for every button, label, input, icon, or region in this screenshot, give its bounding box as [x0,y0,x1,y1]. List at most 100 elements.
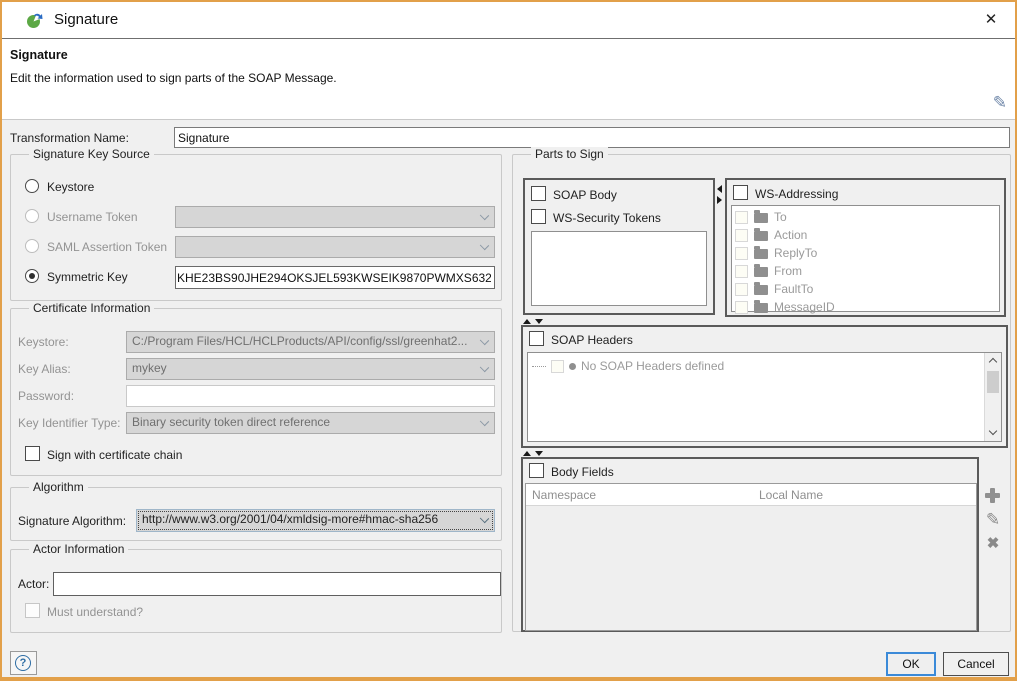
signature-algorithm-value: http://www.w3.org/2001/04/xmldsig-more#h… [142,512,438,526]
splitter-collapse-right-icon[interactable] [717,196,722,204]
folder-icon [754,249,768,259]
chevron-down-icon [480,363,489,372]
key-alias-combo: mykey [126,358,495,380]
ws-addressing-item[interactable]: To [732,208,999,226]
soap-headers-scrollbar[interactable] [984,353,1001,441]
close-icon[interactable]: ✕ [977,7,1005,33]
symmetric-key-radio-label: Symmetric Key [47,270,128,284]
symmetric-key-radio[interactable] [25,269,39,283]
soap-body-checkbox[interactable] [531,186,546,201]
signature-dialog: Signature ✕ Signature Edit the informati… [0,0,1017,681]
soap-headers-label: SOAP Headers [551,333,633,347]
splitter-collapse-left-icon[interactable] [717,185,722,193]
ws-addressing-item[interactable]: MessageID [732,298,999,316]
title-bar[interactable]: Signature ✕ [2,2,1015,38]
soap-headers-panel: SOAP Headers No SOAP Headers defined [521,325,1008,448]
ws-security-tokens-checkbox[interactable] [531,209,546,224]
ws-security-tokens-label: WS-Security Tokens [553,211,661,225]
item-label: To [774,210,787,224]
bullet-icon [569,363,576,370]
column-header-namespace[interactable]: Namespace [532,488,596,502]
keystore-value: C:/Program Files/HCL/HCLProducts/API/con… [132,334,467,348]
signature-key-source-title: Signature Key Source [29,147,154,161]
tree-guide [532,366,546,367]
item-checkbox [735,229,748,242]
edit-signature-icon: ✎ [993,93,1007,113]
ws-addressing-checkbox[interactable] [733,185,748,200]
item-checkbox [735,265,748,278]
password-label: Password: [18,389,74,403]
password-input [126,385,495,407]
column-header-local-name[interactable]: Local Name [759,488,823,502]
actor-information-group: Actor Information Actor: Must understand… [10,549,502,633]
cancel-button[interactable]: Cancel [943,652,1009,676]
soap-headers-tree: No SOAP Headers defined [527,352,1002,442]
body-fields-table-header: Namespace Local Name [526,484,976,506]
actor-input[interactable] [53,572,501,596]
certificate-information-title: Certificate Information [29,301,154,315]
ws-addressing-item[interactable]: Action [732,226,999,244]
ws-addressing-item[interactable]: From [732,262,999,280]
scroll-down-icon[interactable] [985,425,1001,441]
saml-assertion-token-radio-label: SAML Assertion Token [47,240,167,254]
folder-icon [754,267,768,277]
parts-to-sign-title: Parts to Sign [531,147,608,161]
saml-assertion-token-radio [25,239,39,253]
username-token-radio [25,209,39,223]
chevron-down-icon [480,211,489,220]
sign-with-certificate-chain-checkbox[interactable] [25,446,40,461]
actor-label: Actor: [18,577,49,591]
ws-addressing-item[interactable]: FaultTo [732,280,999,298]
scroll-up-icon[interactable] [985,353,1001,369]
actor-information-title: Actor Information [29,542,128,556]
app-transform-icon [26,12,43,29]
sign-with-certificate-chain-label: Sign with certificate chain [47,448,182,462]
delete-icon: ✖ [983,534,1003,554]
username-token-radio-label: Username Token [47,210,138,224]
ok-button[interactable]: OK [886,652,936,676]
ws-addressing-label: WS-Addressing [755,187,838,201]
must-understand-label: Must understand? [47,605,143,619]
soap-body-panel: SOAP Body WS-Security Tokens [523,178,715,315]
saml-assertion-token-combo [175,236,495,258]
body-fields-panel: Body Fields Namespace Local Name [521,457,979,632]
username-token-combo [175,206,495,228]
splitter-collapse-down-icon[interactable] [535,451,543,456]
item-label: FaultTo [774,282,813,296]
transformation-name-input[interactable] [174,127,1010,148]
item-checkbox [735,283,748,296]
ws-addressing-panel: WS-Addressing To Action ReplyTo [725,178,1006,317]
signature-key-source-group: Signature Key Source Keystore Username T… [10,154,502,301]
chevron-down-icon [480,241,489,250]
signature-algorithm-label: Signature Algorithm: [18,514,126,528]
symmetric-key-input[interactable] [175,266,495,289]
parts-to-sign-group: Parts to Sign SOAP Body WS-Security Toke… [512,154,1011,632]
folder-icon [754,213,768,223]
splitter-collapse-down-icon[interactable] [535,319,543,324]
folder-icon [754,303,768,313]
keystore-radio[interactable] [25,179,39,193]
algorithm-group: Algorithm Signature Algorithm: http://ww… [10,487,502,541]
scrollbar-thumb[interactable] [987,371,999,393]
ws-addressing-item[interactable]: ReplyTo [732,244,999,262]
soap-body-label: SOAP Body [553,188,617,202]
ws-security-tokens-list[interactable] [531,231,707,306]
key-identifier-type-combo: Binary security token direct reference [126,412,495,434]
signature-algorithm-combo[interactable]: http://www.w3.org/2001/04/xmldsig-more#h… [136,509,495,532]
key-identifier-type-value: Binary security token direct reference [132,415,330,429]
certificate-information-group: Certificate Information Keystore: C:/Pro… [10,308,502,476]
chevron-down-icon [480,417,489,426]
folder-icon [754,231,768,241]
body-fields-label: Body Fields [551,465,614,479]
splitter-collapse-up-icon[interactable] [523,451,531,456]
soap-headers-empty-row[interactable]: No SOAP Headers defined [532,359,724,373]
chevron-down-icon [480,336,489,345]
help-button[interactable]: ? [10,651,37,675]
key-alias-value: mykey [132,361,167,375]
body-fields-table: Namespace Local Name [525,483,977,631]
item-label: ReplyTo [774,246,817,260]
splitter-collapse-up-icon[interactable] [523,319,531,324]
dialog-header: Signature Edit the information used to s… [2,38,1015,120]
soap-headers-checkbox[interactable] [529,331,544,346]
body-fields-checkbox[interactable] [529,463,544,478]
